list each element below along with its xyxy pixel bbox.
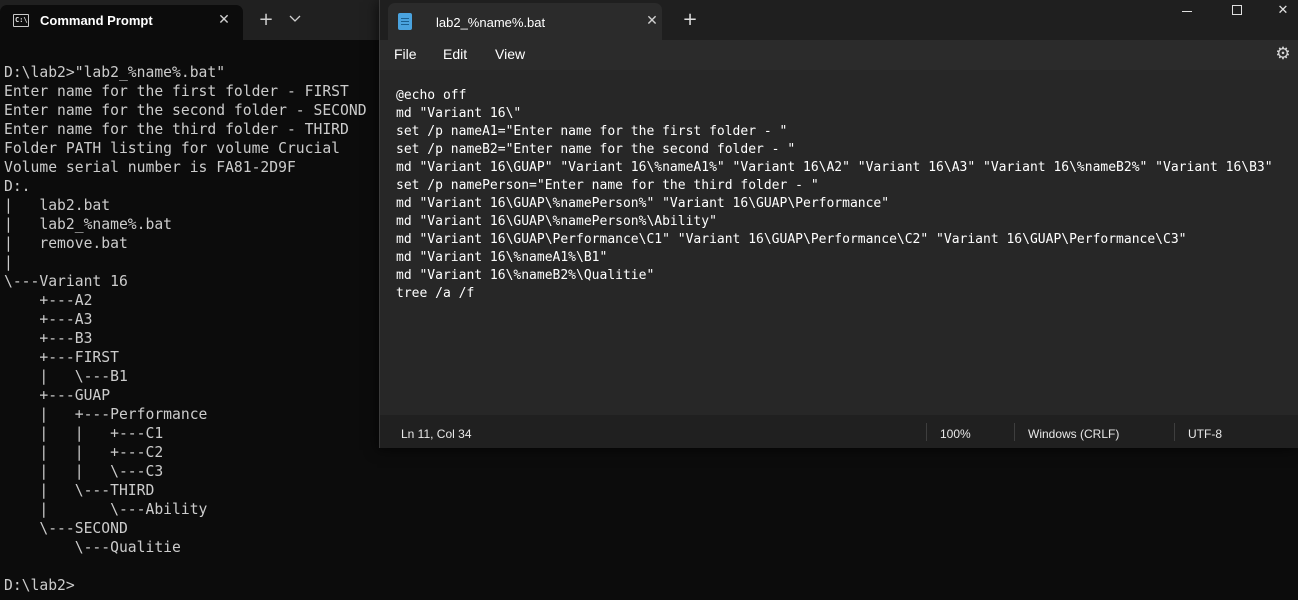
text-line: md "Variant 16\" [396,106,522,121]
text-line: | remove.bat [4,235,128,252]
notepad-tab-title: lab2_%name%.bat [436,15,546,30]
notepad-editor[interactable]: @echo off md "Variant 16\" set /p nameA1="… [380,70,1298,415]
text-line: | \---B1 [4,368,128,385]
text-line: +---A2 [4,292,93,309]
text-line: md "Variant 16\GUAP\%namePerson%\Ability… [396,214,717,229]
cursor-position: Ln 11, Col 34 [401,427,472,441]
gear-icon[interactable]: ⚙ [1273,44,1293,64]
text-line: \---Qualitie [4,539,181,556]
text-line: tree /a /f [396,286,475,301]
text-line: md "Variant 16\%nameB2%\Qualitie" [396,268,655,283]
status-divider [1174,423,1175,441]
text-line: | \---Ability [4,501,208,518]
command-prompt-icon-text: C:\ [15,16,28,24]
text-line: | \---THIRD [4,482,155,499]
text-line: Enter name for the second folder - SECON… [4,102,367,119]
text-line: D:\lab2>"lab2_%name%.bat" [4,64,226,81]
close-tab-icon[interactable]: ✕ [643,12,661,30]
text-line: @echo off [396,88,467,103]
notepad-tab[interactable]: lab2_%name%.bat ✕ [388,3,662,40]
close-window-button[interactable]: ✕ [1260,0,1298,22]
text-line: set /p nameA1="Enter name for the first … [396,124,788,139]
text-line: | | +---C1 [4,425,164,442]
text-line: \---SECOND [4,520,128,537]
text-line: \---Variant 16 [4,273,128,290]
text-line: md "Variant 16\%nameA1%\B1" [396,250,608,265]
line-endings[interactable]: Windows (CRLF) [1028,427,1119,441]
maximize-button[interactable] [1214,0,1260,22]
maximize-icon [1232,5,1242,15]
notepad-menubar: File Edit View ⚙ [380,40,1298,70]
text-line: +---GUAP [4,387,111,404]
text-line: md "Variant 16\GUAP\Performance\C1" "Var… [396,232,1187,247]
text-line: +---B3 [4,330,93,347]
text-line: | +---Performance [4,406,208,423]
notepad-titlebar: lab2_%name%.bat ✕ + ✕ [380,0,1298,40]
new-tab-button[interactable]: + [680,10,700,30]
encoding[interactable]: UTF-8 [1188,427,1222,441]
text-line: Volume serial number is FA81-2D9F [4,159,296,176]
notepad-window: lab2_%name%.bat ✕ + ✕ File Edit View ⚙ @… [379,0,1298,448]
text-line: | | +---C2 [4,444,164,461]
zoom-level[interactable]: 100% [940,427,971,441]
menu-view[interactable]: View [495,46,525,62]
text-line: | lab2.bat [4,197,111,214]
menu-file[interactable]: File [394,46,417,62]
minimize-button[interactable] [1164,0,1210,22]
status-divider [926,423,927,441]
minimize-icon [1182,11,1192,12]
cmd-output[interactable]: D:\lab2>"lab2_%name%.bat" Enter name for … [4,63,384,595]
text-line: | | \---C3 [4,463,164,480]
text-line: | lab2_%name%.bat [4,216,173,233]
chevron-down-icon[interactable] [284,9,306,31]
text-line: md "Variant 16\GUAP" "Variant 16\%nameA1… [396,160,1273,175]
text-line: set /p nameB2="Enter name for the second… [396,142,796,157]
text-line: +---A3 [4,311,93,328]
command-prompt-icon: C:\ [13,14,29,27]
text-line: Enter name for the third folder - THIRD [4,121,349,138]
notepad-text[interactable]: @echo off md "Variant 16\" set /p nameA1="… [396,87,1296,303]
text-line: +---FIRST [4,349,119,366]
menu-edit[interactable]: Edit [443,46,467,62]
text-line: Folder PATH listing for volume Crucial [4,140,341,157]
notepad-statusbar: Ln 11, Col 34 100% Windows (CRLF) UTF-8 [380,415,1298,448]
cmd-tab-title: Command Prompt [40,13,153,28]
status-divider [1014,423,1015,441]
new-tab-button[interactable]: + [255,9,277,31]
cmd-tab[interactable]: C:\ Command Prompt ✕ [0,5,243,40]
text-line: D:\lab2> [4,577,75,594]
text-line: | [4,254,13,271]
text-line: md "Variant 16\GUAP\%namePerson%" "Varia… [396,196,890,211]
text-line [4,557,384,576]
notepad-file-icon [398,13,412,30]
text-line: D:. [4,178,31,195]
text-line: set /p namePerson="Enter name for the th… [396,178,819,193]
text-line: Enter name for the first folder - FIRST [4,83,349,100]
close-tab-icon[interactable]: ✕ [213,9,235,31]
